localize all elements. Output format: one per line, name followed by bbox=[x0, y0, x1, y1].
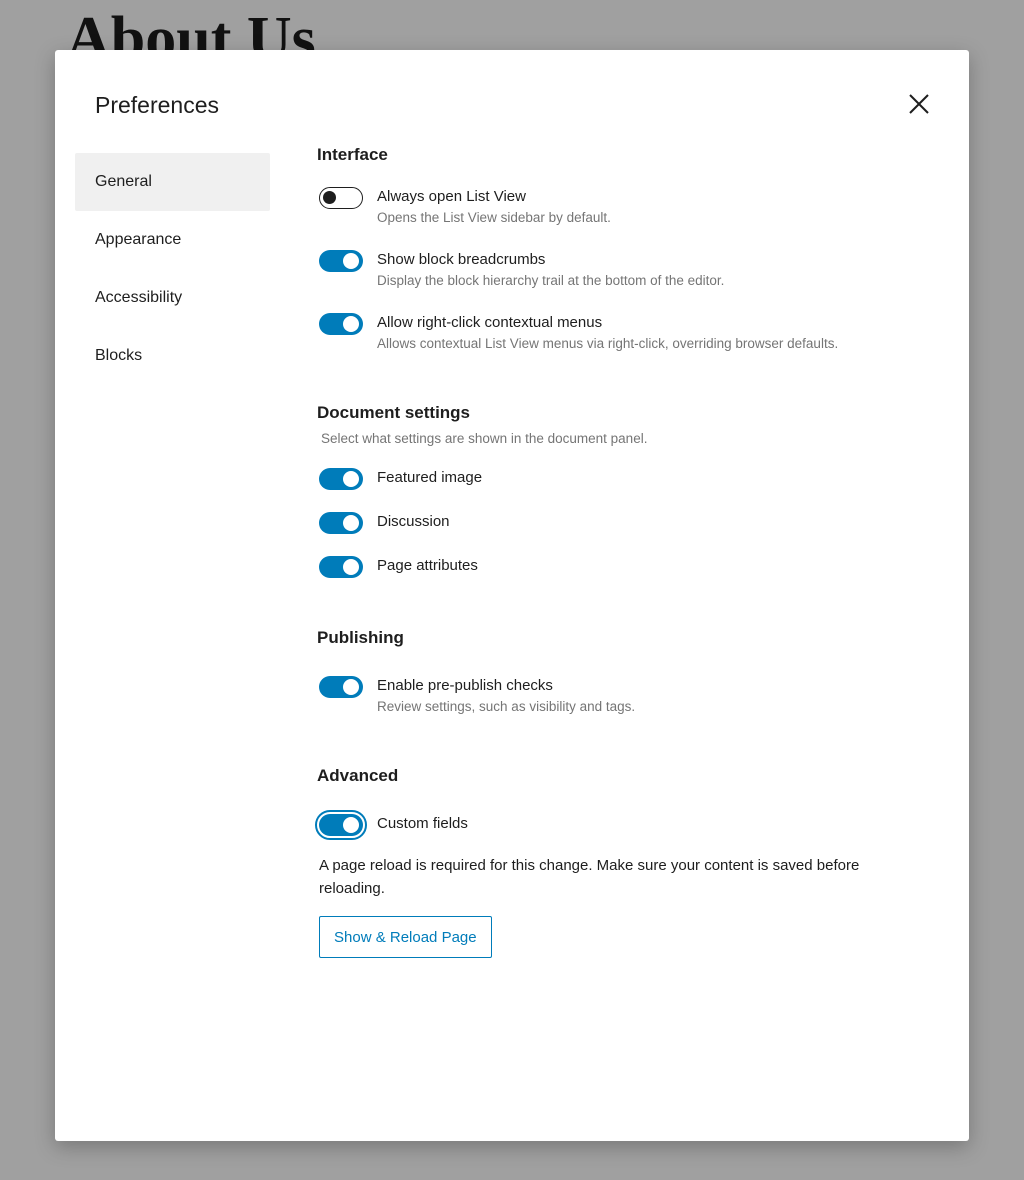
option-page-attributes: Page attributes bbox=[317, 556, 937, 578]
section-advanced: Advanced Custom fields A page reload is … bbox=[315, 766, 937, 958]
option-label: Featured image bbox=[377, 469, 483, 486]
tab-blocks[interactable]: Blocks bbox=[75, 327, 270, 385]
toggle-allow-right-click-menus[interactable] bbox=[319, 313, 363, 335]
option-allow-right-click-menus: Allow right-click contextual menus Allow… bbox=[317, 313, 937, 353]
option-custom-fields: Custom fields bbox=[315, 810, 937, 840]
option-help: Review settings, such as visibility and … bbox=[377, 699, 636, 714]
option-label: Allow right-click contextual menus bbox=[377, 314, 603, 331]
tab-accessibility[interactable]: Accessibility bbox=[75, 269, 270, 327]
section-interface: Interface Always open List View Opens th… bbox=[317, 145, 937, 353]
preferences-modal: Preferences General Appearance Accessibi… bbox=[55, 50, 969, 1141]
tab-appearance[interactable]: Appearance bbox=[75, 211, 270, 269]
modal-title: Preferences bbox=[95, 92, 220, 118]
option-label: Always open List View bbox=[377, 188, 526, 205]
option-enable-pre-publish-checks: Enable pre-publish checks Review setting… bbox=[317, 676, 937, 716]
toggle-discussion[interactable] bbox=[319, 512, 363, 534]
option-discussion: Discussion bbox=[317, 512, 937, 534]
section-document-settings: Document settings Select what settings a… bbox=[317, 403, 937, 578]
option-help: Opens the List View sidebar by default. bbox=[377, 210, 611, 225]
section-title-advanced: Advanced bbox=[317, 766, 399, 785]
show-and-reload-page-button[interactable]: Show & Reload Page bbox=[319, 916, 492, 958]
reload-notice: A page reload is required for this chang… bbox=[319, 857, 860, 897]
section-publishing: Publishing Enable pre-publish checks Rev… bbox=[317, 628, 937, 716]
section-description: Select what settings are shown in the do… bbox=[321, 431, 648, 446]
option-label: Custom fields bbox=[377, 815, 468, 832]
option-featured-image: Featured image bbox=[317, 468, 937, 490]
section-title-document-settings: Document settings bbox=[317, 403, 471, 422]
toggle-always-open-list-view[interactable] bbox=[319, 187, 363, 209]
toggle-custom-fields[interactable] bbox=[315, 810, 367, 840]
option-always-open-list-view: Always open List View Opens the List Vie… bbox=[317, 187, 937, 227]
option-label: Discussion bbox=[377, 513, 450, 530]
section-title-publishing: Publishing bbox=[317, 628, 404, 647]
option-label: Page attributes bbox=[377, 557, 478, 574]
preferences-content: Interface Always open List View Opens th… bbox=[315, 145, 937, 958]
toggle-featured-image[interactable] bbox=[319, 468, 363, 490]
toggle-enable-pre-publish-checks[interactable] bbox=[319, 676, 363, 698]
close-button[interactable] bbox=[903, 88, 935, 120]
toggle-show-block-breadcrumbs[interactable] bbox=[319, 250, 363, 272]
close-icon bbox=[909, 94, 929, 114]
option-help: Display the block hierarchy trail at the… bbox=[377, 273, 725, 288]
section-title-interface: Interface bbox=[317, 145, 388, 164]
option-label: Enable pre-publish checks bbox=[377, 677, 553, 694]
preferences-sidebar: General Appearance Accessibility Blocks bbox=[75, 153, 270, 385]
toggle-page-attributes[interactable] bbox=[319, 556, 363, 578]
option-label: Show block breadcrumbs bbox=[377, 251, 546, 268]
tab-general[interactable]: General bbox=[75, 153, 270, 211]
option-show-block-breadcrumbs: Show block breadcrumbs Display the block… bbox=[317, 250, 937, 290]
option-help: Allows contextual List View menus via ri… bbox=[377, 336, 839, 351]
